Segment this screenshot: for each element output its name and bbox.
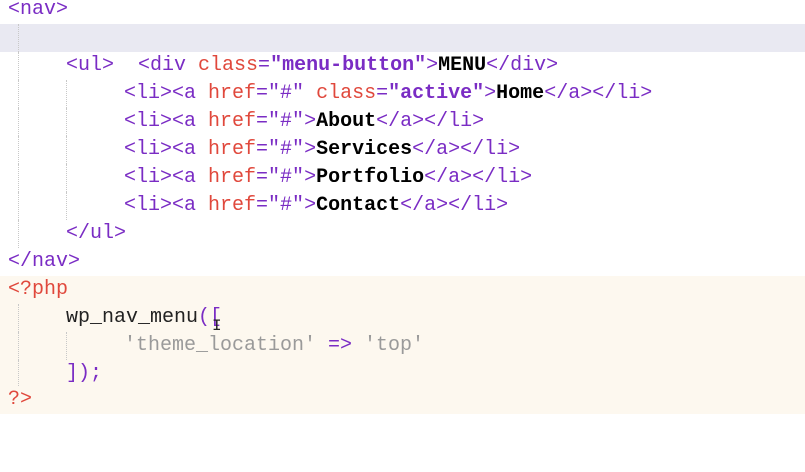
tag-close-bracket: > [304,194,317,217]
code-line: <ul> [0,52,805,80]
equals-sign: = [256,82,269,105]
arrow-operator: => [316,334,365,357]
tag-close-bracket: > [484,82,497,105]
php-close-tag: ?> [8,388,33,411]
link-text: Services [316,138,413,161]
attr-value: "#" [268,194,305,217]
array-value: 'top' [364,334,425,357]
function-name: wp_nav_menu [66,306,199,329]
li-close-tag: </a></li> [544,82,653,105]
code-line-php: 'theme_location' => 'top' [0,332,805,360]
code-line: <li><a href="#">Services</a></li> [0,136,805,164]
nav-close-tag: </nav> [8,250,81,273]
attr-name: href [208,166,257,189]
attr-value: "#" [268,166,305,189]
code-line-selected: <div class="menu-button">MENU</div> [0,24,805,77]
attr-value: active [400,82,473,105]
code-line: </nav> [0,248,805,276]
equals-sign: = [376,82,389,105]
quote: " [388,82,401,105]
li-open-tag: <li><a [124,82,209,105]
attr-name: href [208,138,257,161]
link-text: About [316,110,377,133]
code-line-php: ]); [0,360,805,388]
quote: " [472,82,485,105]
code-line: <li><a href="#">Contact</a></li> [0,192,805,220]
li-close-tag: </a></li> [424,166,533,189]
tag-close-bracket: > [304,166,317,189]
li-close-tag: </a></li> [400,194,509,217]
link-text: Contact [316,194,401,217]
li-open-tag: <li><a [124,110,209,133]
equals-sign: = [256,166,269,189]
ul-close-tag: </ul> [66,222,127,245]
code-line: </ul> [0,220,805,248]
attr-value: "#" [268,110,305,133]
code-line: <nav> [0,0,805,24]
code-line: <li><a href="#">Portfolio</a></li> [0,164,805,192]
code-line-php: <?php [0,276,805,304]
attr-name: href [208,82,257,105]
tag-close-bracket: > [304,110,317,133]
equals-sign: = [256,110,269,133]
attr-name: href [208,110,257,133]
code-line-php: wp_nav_menu([ I [0,304,805,335]
array-key: 'theme_location' [124,334,317,357]
ul-open-tag: <ul> [66,54,115,77]
attr-value: "#" [268,82,305,105]
code-line: <li><a href="#" class="active">Home</a><… [0,80,805,108]
li-close-tag: </a></li> [412,138,521,161]
li-close-tag: </a></li> [376,110,485,133]
nav-open-tag: <nav> [8,0,69,21]
equals-sign: = [256,138,269,161]
link-text: Portfolio [316,166,425,189]
link-text: Home [496,82,545,105]
li-open-tag: <li><a [124,166,209,189]
equals-sign: = [256,194,269,217]
attr-value: "#" [268,138,305,161]
code-editor[interactable]: <nav> <div class="menu-button">MENU</div… [0,0,805,414]
attr-name: href [208,194,257,217]
php-open-tag: <?php [8,278,69,301]
li-open-tag: <li><a [124,194,209,217]
code-line: <li><a href="#">About</a></li> [0,108,805,136]
li-open-tag: <li><a [124,138,209,161]
punctuation: ]); [66,362,103,385]
attr-name: class [316,82,377,105]
tag-close-bracket: > [304,138,317,161]
